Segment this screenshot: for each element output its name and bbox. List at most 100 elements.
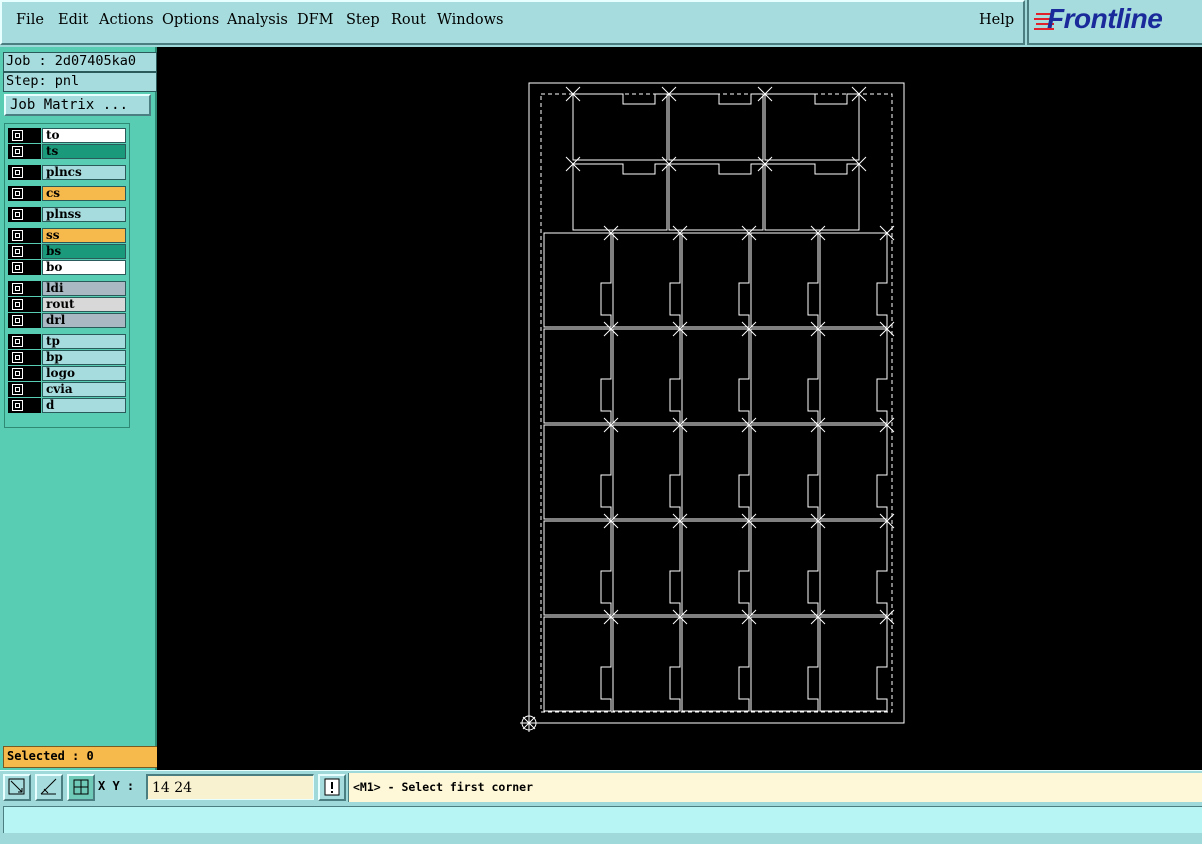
layer-name-drl[interactable]: drl	[42, 313, 126, 328]
layer-name-plncs[interactable]: plncs	[42, 165, 126, 180]
layer-name-d[interactable]: d	[42, 398, 126, 413]
warning-button[interactable]	[318, 774, 346, 801]
layer-row-bp[interactable]: bp	[8, 350, 126, 365]
pcb-board	[572, 163, 668, 231]
layer-row-drl[interactable]: drl	[8, 313, 126, 328]
layer-toggle-checkbox[interactable]	[8, 281, 41, 296]
checkbox-icon	[12, 209, 23, 220]
pcb-board	[750, 424, 819, 520]
menu-step[interactable]: Step	[346, 12, 380, 28]
pcb-board	[543, 328, 612, 424]
menu-edit[interactable]: Edit	[58, 12, 88, 28]
layer-row-to[interactable]: to	[8, 128, 126, 143]
layer-name-rout[interactable]: rout	[42, 297, 126, 312]
pcb-board	[819, 616, 888, 712]
job-name: Job : 2d07405ka0	[3, 52, 157, 72]
pcb-board	[543, 616, 612, 712]
layer-row-ldi[interactable]: ldi	[8, 281, 126, 296]
layer-toggle-checkbox[interactable]	[8, 207, 41, 222]
menu-file[interactable]: File	[16, 12, 44, 28]
layer-toggle-checkbox[interactable]	[8, 260, 41, 275]
checkbox-icon	[12, 299, 23, 310]
checkbox-icon	[12, 146, 23, 157]
layer-row-logo[interactable]: logo	[8, 366, 126, 381]
menu-analysis[interactable]: Analysis	[227, 12, 288, 28]
menu-help[interactable]: Help	[979, 12, 1014, 28]
zoom-box-button[interactable]	[3, 774, 31, 801]
checkbox-icon	[12, 400, 23, 411]
brand-name: Frontline	[1047, 3, 1163, 34]
pcb-board	[764, 93, 860, 161]
layer-toggle-checkbox[interactable]	[8, 228, 41, 243]
layer-name-cvia[interactable]: cvia	[42, 382, 126, 397]
layer-toggle-checkbox[interactable]	[8, 334, 41, 349]
layer-row-ss[interactable]: ss	[8, 228, 126, 243]
layer-toggle-checkbox[interactable]	[8, 382, 41, 397]
layer-name-logo[interactable]: logo	[42, 366, 126, 381]
layer-toggle-checkbox[interactable]	[8, 350, 41, 365]
layer-name-bp[interactable]: bp	[42, 350, 126, 365]
layer-toggle-checkbox[interactable]	[8, 128, 41, 143]
pcb-board	[750, 520, 819, 616]
layer-row-bo[interactable]: bo	[8, 260, 126, 275]
panel-drawing[interactable]	[157, 47, 1202, 770]
graphic-canvas[interactable]	[157, 47, 1202, 770]
layer-name-bs[interactable]: bs	[42, 244, 126, 259]
menu-actions[interactable]: Actions	[99, 12, 154, 28]
layer-name-ts[interactable]: ts	[42, 144, 126, 159]
selected-count: Selected : 0	[3, 746, 158, 768]
pcb-board	[668, 93, 764, 161]
layer-row-d[interactable]: d	[8, 398, 126, 413]
menu-bar: File Edit Actions Options Analysis DFM S…	[0, 0, 1025, 45]
layer-row-cs[interactable]: cs	[8, 186, 126, 201]
pcb-board	[681, 616, 750, 712]
layer-toggle-checkbox[interactable]	[8, 186, 41, 201]
brand-logo: Frontline	[1027, 0, 1202, 45]
pcb-board	[612, 328, 681, 424]
layer-name-ldi[interactable]: ldi	[42, 281, 126, 296]
layer-row-bs[interactable]: bs	[8, 244, 126, 259]
menu-windows[interactable]: Windows	[437, 12, 504, 28]
measure-button[interactable]	[35, 774, 63, 801]
layer-name-plnss[interactable]: plnss	[42, 207, 126, 222]
layer-toggle-checkbox[interactable]	[8, 144, 41, 159]
checkbox-icon	[12, 315, 23, 326]
panel-outline	[528, 82, 905, 724]
pcb-board	[543, 424, 612, 520]
layer-row-plnss[interactable]: plnss	[8, 207, 126, 222]
layer-name-to[interactable]: to	[42, 128, 126, 143]
layer-row-plncs[interactable]: plncs	[8, 165, 126, 180]
layer-row-rout[interactable]: rout	[8, 297, 126, 312]
snap-grid-button[interactable]	[67, 774, 95, 801]
layer-name-ss[interactable]: ss	[42, 228, 126, 243]
xy-label: X Y :	[98, 779, 135, 793]
layer-toggle-checkbox[interactable]	[8, 297, 41, 312]
pcb-board	[668, 163, 764, 231]
layer-row-cvia[interactable]: cvia	[8, 382, 126, 397]
pcb-board	[819, 328, 888, 424]
job-matrix-button[interactable]: Job Matrix ...	[4, 94, 151, 116]
checkbox-icon	[12, 188, 23, 199]
layer-row-ts[interactable]: ts	[8, 144, 126, 159]
layer-name-tp[interactable]: tp	[42, 334, 126, 349]
menu-rout[interactable]: Rout	[391, 12, 426, 28]
checkbox-icon	[12, 230, 23, 241]
layer-name-cs[interactable]: cs	[42, 186, 126, 201]
layer-toggle-checkbox[interactable]	[8, 366, 41, 381]
checkbox-icon	[12, 246, 23, 257]
layer-toggle-checkbox[interactable]	[8, 313, 41, 328]
xy-coordinate-input[interactable]	[146, 774, 314, 800]
layer-toggle-checkbox[interactable]	[8, 244, 41, 259]
layer-row-tp[interactable]: tp	[8, 334, 126, 349]
layer-name-bo[interactable]: bo	[42, 260, 126, 275]
zoom-box-icon	[8, 778, 25, 795]
layer-toggle-checkbox[interactable]	[8, 398, 41, 413]
layer-toggle-checkbox[interactable]	[8, 165, 41, 180]
pcb-board	[681, 424, 750, 520]
menu-options[interactable]: Options	[162, 12, 219, 28]
pcb-board	[681, 328, 750, 424]
menu-dfm[interactable]: DFM	[297, 12, 334, 28]
pcb-board	[819, 424, 888, 520]
pcb-board	[750, 616, 819, 712]
pcb-board	[681, 520, 750, 616]
